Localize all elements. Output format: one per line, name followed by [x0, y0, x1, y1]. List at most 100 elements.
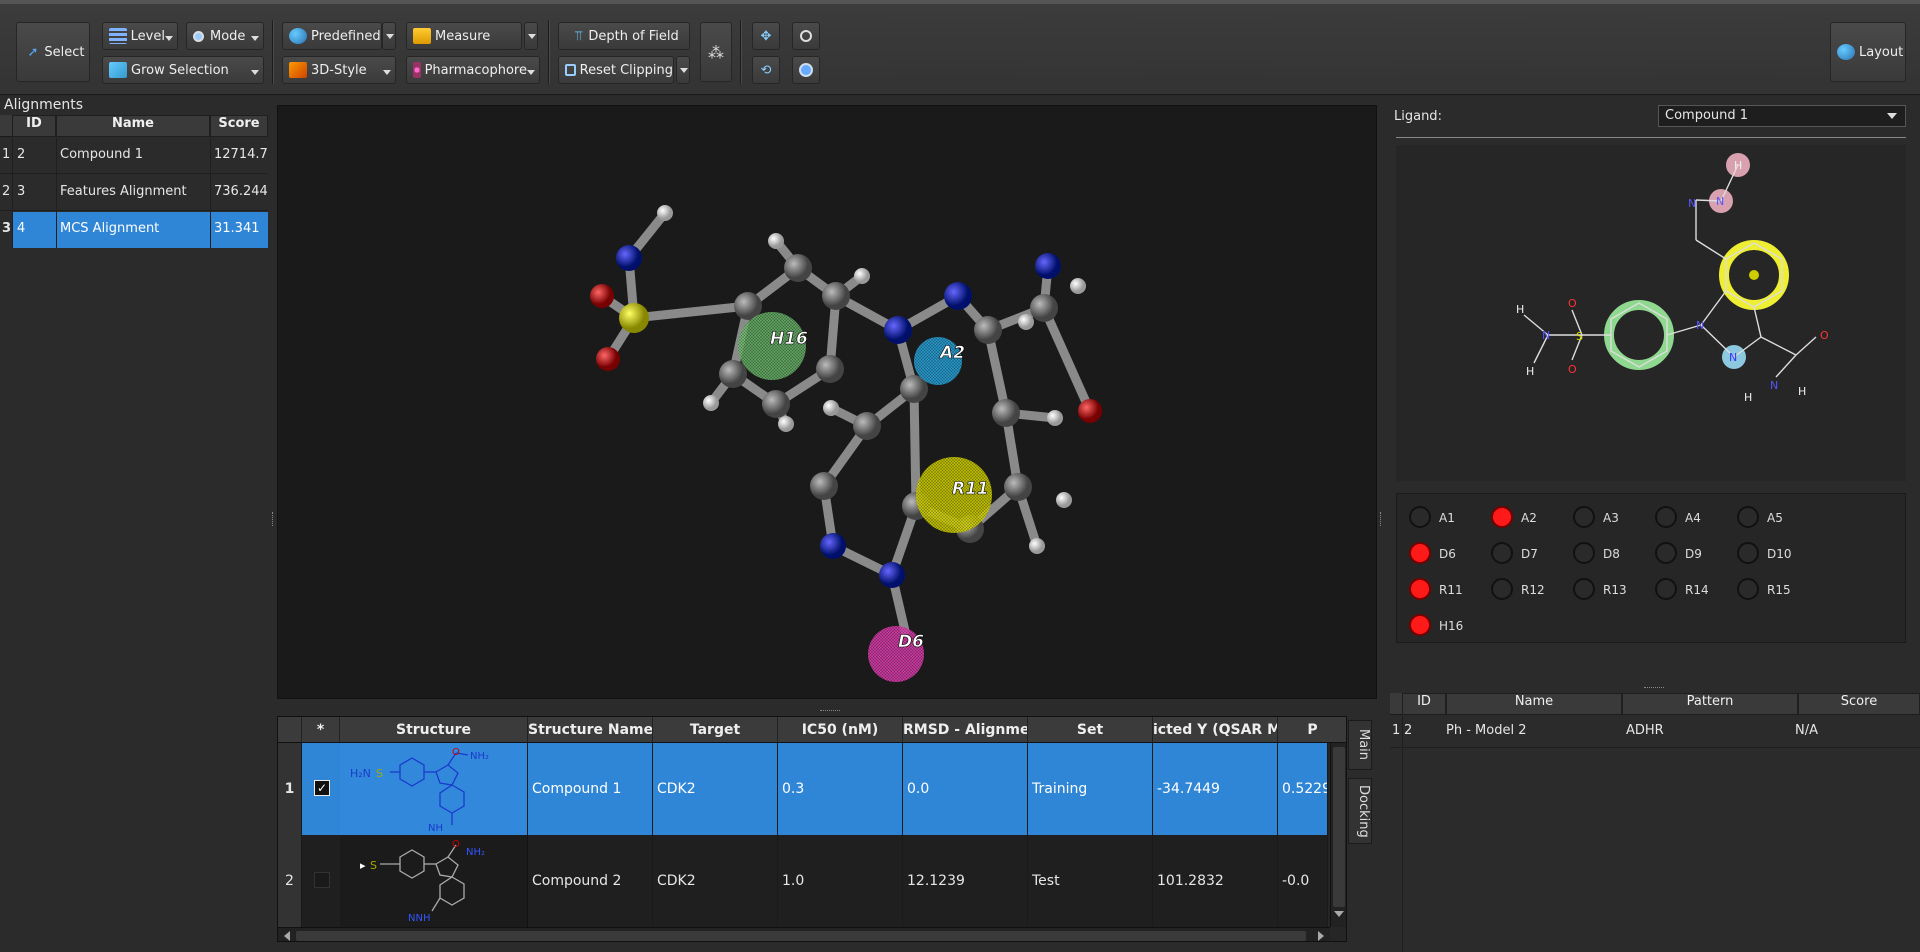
- feature-toggle-r12[interactable]: [1491, 578, 1513, 600]
- feature-toggle-d10[interactable]: [1737, 542, 1759, 564]
- column-id[interactable]: ID: [12, 115, 56, 137]
- feature-toggle-r15[interactable]: [1737, 578, 1759, 600]
- column-ic50[interactable]: IC50 (nM): [778, 717, 903, 743]
- feature-toggle-r14[interactable]: [1655, 578, 1677, 600]
- feature-toggle-r13[interactable]: [1573, 578, 1595, 600]
- feature-toggle-a1[interactable]: [1409, 506, 1431, 528]
- scrollbar-thumb[interactable]: [296, 931, 1306, 941]
- measure-button[interactable]: Measure: [406, 22, 522, 50]
- row-checkbox[interactable]: ✓: [314, 780, 330, 796]
- 3d-viewer[interactable]: H16 A2 R11 D6: [277, 105, 1377, 699]
- column-structure[interactable]: Structure: [340, 717, 528, 743]
- column-divider: [1402, 716, 1403, 952]
- cell-predicted-y: 101.2832: [1153, 835, 1278, 927]
- column-predicted-y[interactable]: icted Y (QSAR Mc: [1153, 717, 1278, 743]
- table-row[interactable]: 1 2 Ph - Model 2 ADHR N/A: [1390, 716, 1920, 748]
- scroll-down-icon[interactable]: [1334, 911, 1344, 922]
- row-number: 1: [1392, 723, 1401, 738]
- pharmacophore-button[interactable]: Pharmacophore: [406, 56, 540, 84]
- chevron-down-icon: [251, 35, 259, 45]
- table-row[interactable]: 1 2 Compound 1 12714.7: [0, 138, 268, 174]
- feature-toggle-d6[interactable]: [1409, 542, 1431, 564]
- column-rmsd[interactable]: RMSD - Alignmen: [903, 717, 1028, 743]
- compound-2d-structure: H₂N S O NH₂ NH: [350, 747, 489, 834]
- predefined-dropdown[interactable]: [382, 22, 396, 50]
- brush-icon: [289, 62, 307, 78]
- table-row[interactable]: 3 4 MCS Alignment 31.341: [0, 212, 268, 248]
- scrollbar-thumb[interactable]: [1333, 747, 1345, 907]
- atoms-button[interactable]: ⁂: [700, 22, 732, 82]
- column-target[interactable]: Target: [653, 717, 778, 743]
- fit-button[interactable]: [792, 56, 820, 84]
- reset-clipping-dropdown[interactable]: [676, 56, 690, 84]
- column-structure-name[interactable]: Structure Name: [528, 717, 653, 743]
- tab-docking[interactable]: Docking: [1348, 778, 1372, 844]
- splitter-handle[interactable]: [820, 710, 840, 713]
- feature-toggle-d8[interactable]: [1573, 542, 1595, 564]
- svg-text:O: O: [1820, 329, 1829, 342]
- feature-label-a4: A4: [1685, 511, 1701, 525]
- ligand-select[interactable]: Compound 1: [1658, 105, 1906, 127]
- feature-label-d10: D10: [1767, 547, 1792, 561]
- chevron-down-icon: [383, 69, 391, 79]
- splitter-handle[interactable]: [1644, 687, 1664, 690]
- splitter-handle[interactable]: [1380, 512, 1384, 526]
- move-button[interactable]: ✥: [752, 22, 780, 50]
- column-pattern[interactable]: Pattern: [1622, 693, 1798, 715]
- feature-toggle-a2[interactable]: [1491, 506, 1513, 528]
- column-set[interactable]: Set: [1028, 717, 1153, 743]
- level-button[interactable]: Level: [102, 22, 178, 50]
- ligand-panel: Ligand: Compound 1 S O O N H H N N N N H O N H H: [1390, 95, 1920, 952]
- 3d-style-button[interactable]: 3D-Style: [282, 56, 396, 84]
- svg-text:O: O: [452, 839, 460, 850]
- reset-clipping-button[interactable]: Reset Clipping: [558, 56, 674, 84]
- scroll-left-icon[interactable]: [284, 931, 290, 941]
- vertical-scrollbar[interactable]: [1330, 743, 1346, 927]
- divider: [1396, 137, 1906, 138]
- column-p[interactable]: P: [1278, 717, 1346, 743]
- grow-selection-button[interactable]: Grow Selection: [102, 56, 264, 84]
- horizontal-scrollbar[interactable]: [278, 927, 1330, 941]
- alignments-header: ID Name Score: [0, 115, 268, 137]
- feature-toggle-d9[interactable]: [1655, 542, 1677, 564]
- table-row[interactable]: 2 3 Features Alignment 736.244: [0, 175, 268, 211]
- splitter-handle[interactable]: [272, 512, 276, 526]
- layout-button[interactable]: Layout: [1830, 22, 1906, 82]
- tab-main[interactable]: Main: [1348, 720, 1372, 770]
- mode-button[interactable]: Mode: [186, 22, 264, 50]
- column-star[interactable]: *: [302, 717, 340, 743]
- ligand-select-value: Compound 1: [1665, 108, 1749, 123]
- circle-button[interactable]: [792, 22, 820, 50]
- clipping-icon: [565, 64, 576, 76]
- cell-target: CDK2: [653, 743, 778, 835]
- scroll-right-icon[interactable]: [1318, 931, 1324, 941]
- feature-label-d7: D7: [1521, 547, 1538, 561]
- feature-toggle-a4[interactable]: [1655, 506, 1677, 528]
- feature-label-a3: A3: [1603, 511, 1619, 525]
- measure-dropdown[interactable]: [524, 22, 538, 50]
- feature-toggle-h16[interactable]: [1409, 614, 1431, 636]
- table-row[interactable]: 2 ▸ S O NH₂ NNH Compound 2 CDK2 1.0 12.1…: [278, 835, 1328, 927]
- predefined-button[interactable]: Predefined: [282, 22, 382, 50]
- column-score[interactable]: Score: [1798, 693, 1920, 715]
- svg-text:N: N: [1770, 379, 1778, 392]
- feature-label-d9: D9: [1685, 547, 1702, 561]
- column-name[interactable]: Name: [1446, 693, 1622, 715]
- row-score: 736.244: [214, 184, 268, 199]
- feature-toggle-r11[interactable]: [1409, 578, 1431, 600]
- feature-toggle-d7[interactable]: [1491, 542, 1513, 564]
- svg-text:N: N: [1729, 351, 1737, 364]
- table-row[interactable]: 1 ✓ H₂N S O NH₂ NH Compound 1 CDK2 0.3 0…: [278, 743, 1328, 835]
- column-id[interactable]: ID: [1402, 693, 1446, 715]
- cell-ic50: 0.3: [778, 743, 903, 835]
- feature-toggle-a5[interactable]: [1737, 506, 1759, 528]
- rotate-button[interactable]: ⟲: [752, 56, 780, 84]
- depth-of-field-button[interactable]: ⫪ Depth of Field: [558, 22, 690, 50]
- feature-toggle-a3[interactable]: [1573, 506, 1595, 528]
- select-button[interactable]: ➚ Select: [16, 22, 90, 82]
- pharmacophore-features-panel: A1 A2 A3 A4 A5 D6 D7 D8 D9 D10 R11 R12 R…: [1396, 493, 1906, 643]
- column-score[interactable]: Score: [210, 115, 268, 137]
- row-checkbox[interactable]: [314, 872, 330, 888]
- circle-icon: [800, 30, 812, 42]
- column-name[interactable]: Name: [56, 115, 210, 137]
